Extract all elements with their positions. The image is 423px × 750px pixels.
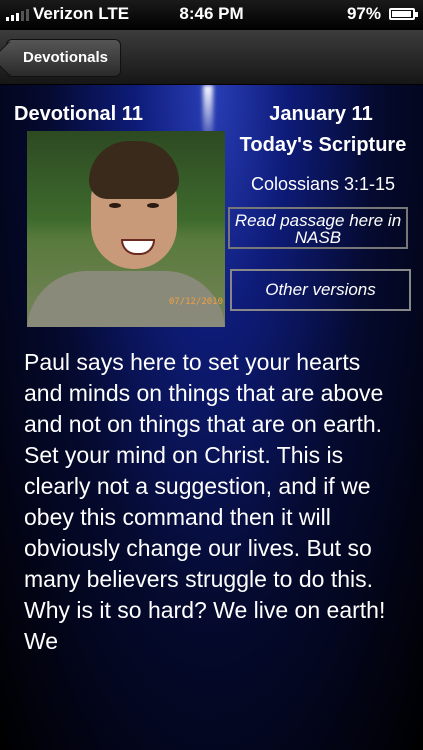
- read-passage-button[interactable]: Read passage here in NASB: [228, 207, 408, 249]
- battery-percent: 97%: [346, 4, 381, 23]
- other-versions-button[interactable]: Other versions: [230, 269, 411, 311]
- devotional-content[interactable]: Devotional 11 January 11 Today's Scriptu…: [0, 85, 423, 750]
- devotional-date: January 11: [269, 103, 373, 125]
- battery-fill: [392, 11, 412, 17]
- devotional-body-text: Paul says here to set your hearts and mi…: [24, 349, 386, 654]
- scripture-reference: Colossians 3:1-15: [250, 174, 396, 194]
- status-bar: Verizon LTE 8:46 PM 97%: [0, 0, 423, 30]
- photo-date-stamp: 07/12/2010: [168, 297, 223, 307]
- photo-eye-left: [109, 203, 121, 208]
- navigation-bar: Devotionals: [0, 30, 423, 85]
- photo-eye-right: [147, 203, 159, 208]
- scripture-heading: Today's Scripture: [239, 134, 407, 156]
- back-button-label: Devotionals: [23, 49, 109, 66]
- photo-hair: [89, 141, 179, 199]
- battery-icon: [389, 8, 418, 20]
- devotional-title: Devotional 11: [14, 103, 143, 125]
- back-button[interactable]: Devotionals: [6, 39, 122, 77]
- author-photo: 07/12/2010: [27, 131, 225, 327]
